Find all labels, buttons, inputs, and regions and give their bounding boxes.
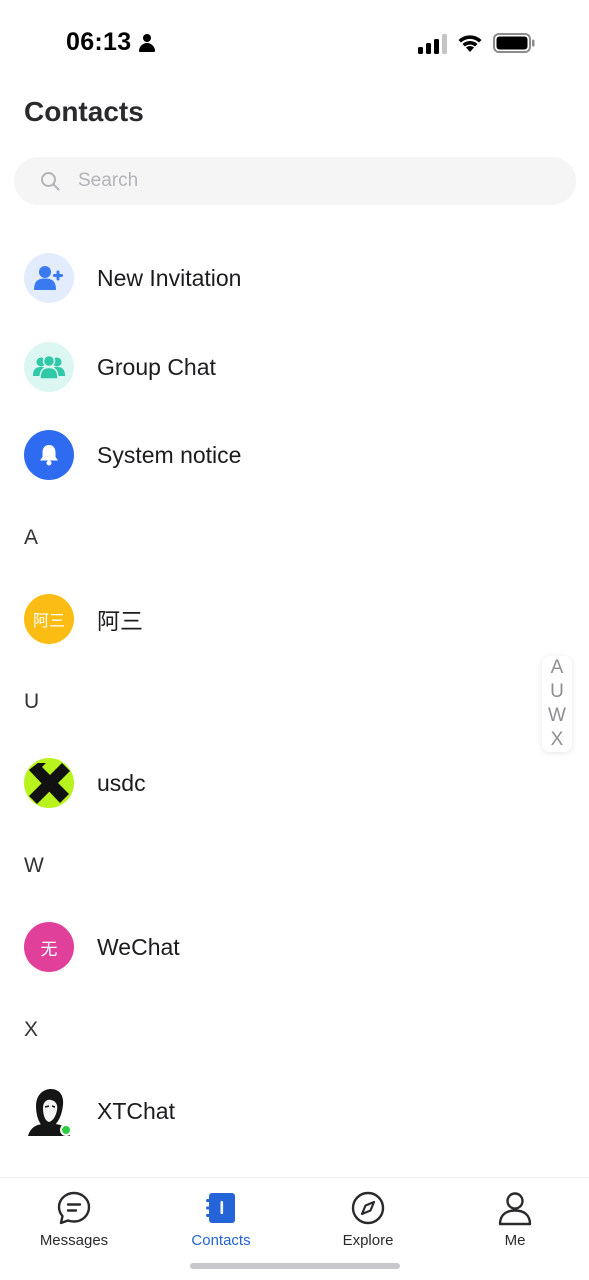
section-header-x: X [24, 1018, 39, 1041]
cellular-signal-icon [418, 34, 448, 54]
group-chat-label: Group Chat [97, 353, 216, 380]
search-icon [41, 172, 60, 191]
tab-explore-label: Explore [342, 1232, 394, 1249]
contact-name: WeChat [97, 933, 180, 960]
person-icon [498, 1192, 532, 1226]
contact-row-wechat[interactable]: 无 WeChat [0, 912, 589, 982]
contact-avatar-text: 无 [40, 939, 58, 959]
tab-contacts[interactable]: Contacts [161, 1190, 281, 1254]
index-letter-a[interactable]: A [551, 656, 564, 680]
status-time-text: 06:13 [66, 28, 132, 56]
home-indicator [190, 1263, 400, 1269]
tab-explore[interactable]: Explore [308, 1190, 428, 1254]
search-input[interactable] [78, 157, 558, 205]
compass-icon [351, 1191, 385, 1225]
contacts-book-icon [206, 1193, 235, 1223]
tab-me-label: Me [504, 1232, 526, 1249]
section-header-u: U [24, 690, 40, 713]
tab-messages-label: Messages [39, 1232, 109, 1249]
search-bar[interactable] [14, 157, 576, 205]
bell-icon [24, 430, 74, 480]
index-letter-u[interactable]: U [550, 680, 564, 704]
contact-avatar-xtchat [24, 1086, 74, 1136]
contact-row-xtchat[interactable]: XTChat [0, 1076, 589, 1146]
section-header-w: W [24, 854, 44, 877]
status-bar: 06:13 [0, 0, 589, 88]
tab-me[interactable]: Me [455, 1190, 575, 1254]
battery-icon [493, 33, 535, 53]
contact-name: 阿三 [97, 608, 143, 634]
online-status-dot [60, 1124, 72, 1136]
contact-avatar-asan: 阿三 [24, 594, 74, 644]
add-user-icon [24, 253, 74, 303]
tab-contacts-label: Contacts [191, 1232, 251, 1249]
chat-bubble-icon [57, 1191, 91, 1225]
index-letter-w[interactable]: W [548, 704, 566, 728]
contact-name: usdc [97, 769, 146, 796]
status-time: 06:13 [66, 28, 156, 57]
new-invitation-label: New Invitation [97, 264, 242, 291]
usdc-logo-icon [24, 758, 74, 808]
section-header-a: A [24, 526, 39, 549]
page-title: Contacts [24, 96, 144, 127]
alphabet-index-bar[interactable]: A U W X [542, 656, 572, 752]
contact-avatar-wechat: 无 [24, 922, 74, 972]
contact-row-usdc[interactable]: usdc [0, 748, 589, 818]
contact-name: XTChat [97, 1097, 175, 1124]
group-icon [24, 342, 74, 392]
contact-row-asan[interactable]: 阿三 阿三 [0, 584, 589, 654]
group-chat-row[interactable]: Group Chat [0, 332, 589, 402]
tab-messages[interactable]: Messages [14, 1190, 134, 1254]
person-icon [139, 33, 156, 52]
wifi-icon [458, 35, 482, 52]
system-notice-label: System notice [97, 441, 242, 468]
contact-avatar-text: 阿三 [32, 613, 65, 630]
system-notice-row[interactable]: System notice [0, 420, 589, 490]
index-letter-x[interactable]: X [551, 728, 564, 752]
new-invitation-row[interactable]: New Invitation [0, 243, 589, 313]
